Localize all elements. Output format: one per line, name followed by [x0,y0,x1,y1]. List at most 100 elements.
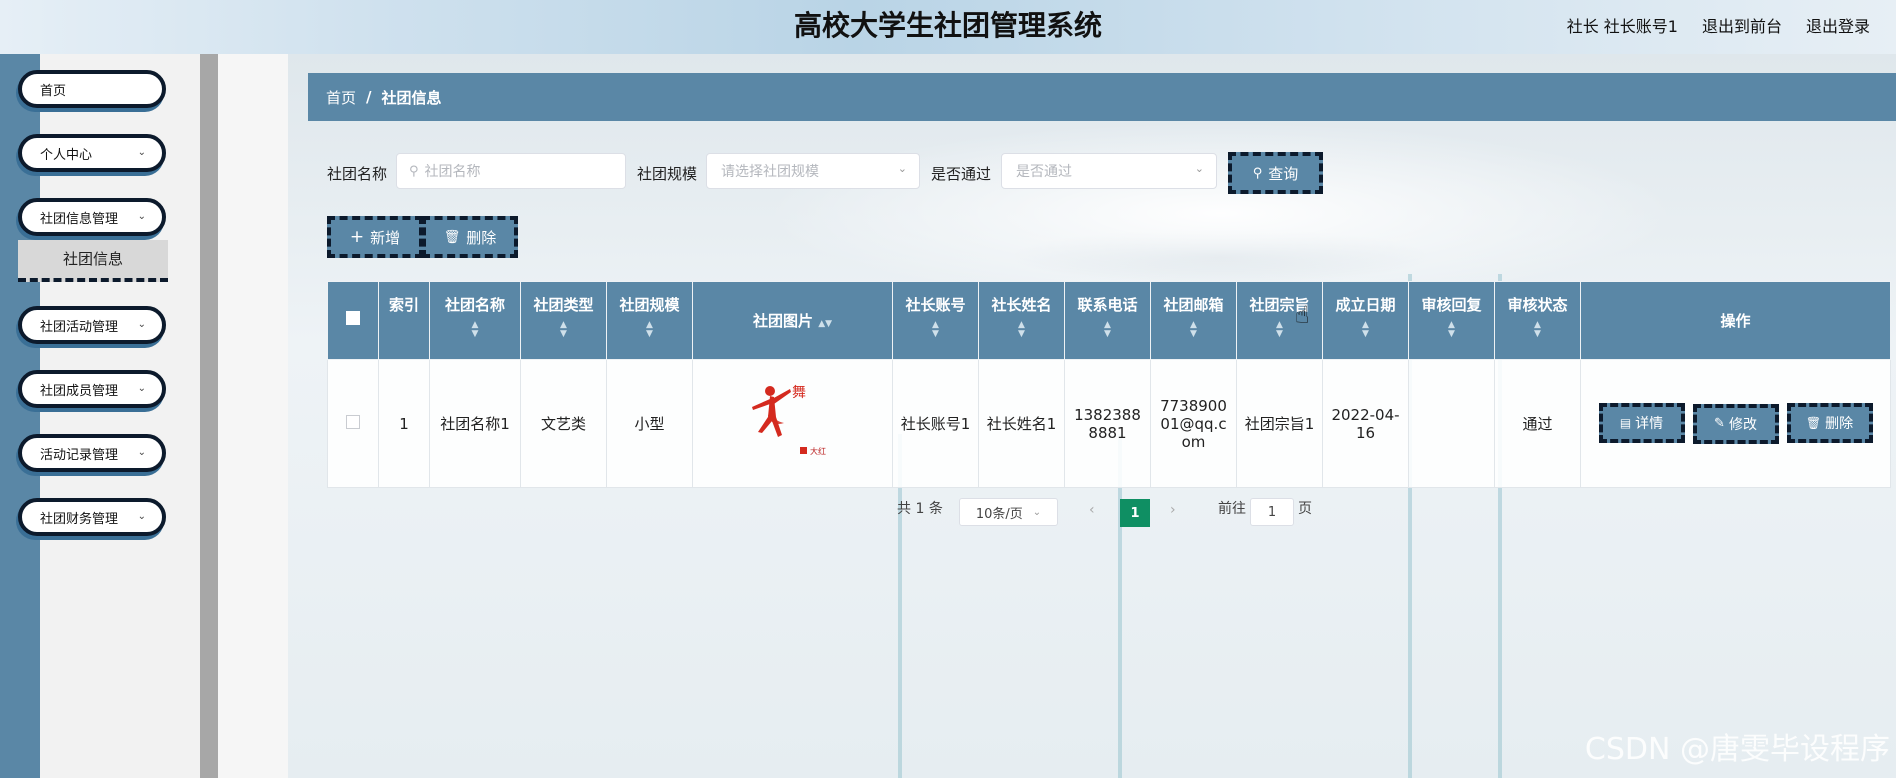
column-header-review-reply[interactable]: 审核回复 ▲ ▼ [1408,281,1495,360]
page-number-active[interactable]: 1 [1120,499,1150,527]
search-button-label: 查询 [1268,164,1299,183]
total-suffix: 条 [928,501,943,517]
club-name-placeholder: 社团名称 [424,164,481,180]
column-header-name[interactable]: 社团名称 ▲ ▼ [429,281,521,360]
breadcrumb-home[interactable]: 首页 [326,87,356,108]
column-header-leader-account[interactable]: 社长账号 ▲ ▼ [892,281,979,360]
club-name-input[interactable]: ⚲ 社团名称 [396,153,626,189]
batch-delete-button[interactable]: 🗑 删除 [422,216,518,258]
cell-leader-name: 社长姓名1 [978,359,1065,488]
to-front-link[interactable]: 退出到前台 [1702,13,1782,37]
column-header-label: 社团图片 [752,311,813,330]
breadcrumb-separator: / [366,88,372,106]
search-button[interactable]: ⚲ 查询 [1228,152,1323,194]
sidebar-item-club-activity-management[interactable]: 社团活动管理 ⌄ [18,306,166,344]
sidebar-gap [218,54,288,778]
select-all-cell [327,281,379,360]
next-page-icon[interactable]: › [1170,502,1176,518]
chevron-down-icon: ⌄ [1194,162,1204,175]
pagination-total: 共 1 条 [897,498,943,518]
column-header-image[interactable]: 社团图片 ▲▼ [692,281,893,360]
cell-scale: 小型 [606,359,693,488]
sort-icon[interactable]: ▲▼ [980,321,1063,339]
sidebar-item-club-finance-management[interactable]: 社团财务管理 ⌄ [18,498,166,536]
trash-icon: 🗑 [443,229,461,245]
sidebar-item-club-member-management[interactable]: 社团成员管理 ⌄ [18,370,166,408]
column-header-phone[interactable]: 联系电话 ▲ ▼ [1064,281,1151,360]
edit-button[interactable]: ✎ 修改 [1692,403,1779,444]
logout-link[interactable]: 退出登录 [1806,13,1870,37]
sidebar-item-label: 首页 [40,83,67,99]
sort-icon[interactable]: ▲▼ [818,319,832,329]
sort-icon[interactable]: ▲▼ [894,321,977,339]
club-image: 舞 大红 [751,385,826,456]
sidebar-scrollbar[interactable] [200,54,218,778]
total-count: 1 [915,501,925,517]
cell-review-status: 通过 [1494,359,1581,488]
goto-page-input[interactable]: 1 [1250,498,1294,526]
batch-delete-button-label: 删除 [466,228,497,247]
prev-page-icon[interactable]: ‹ [1089,502,1095,518]
sidebar-item-label: 社团活动管理 [40,319,119,335]
column-header-label: 社长姓名 [991,296,1052,314]
table-row: 1 社团名称1 文艺类 小型 舞 大红 社长账号1 社长姓名1 13823888… [327,359,1891,488]
sidebar-item-label: 活动记录管理 [40,447,119,463]
column-header-label: 审核状态 [1507,296,1568,314]
column-header-leader-name[interactable]: 社长姓名 ▲ ▼ [978,281,1065,360]
sidebar-item-home[interactable]: 首页 [18,70,166,108]
column-header-label: 社团规模 [619,296,680,314]
column-header-email[interactable]: 社团邮箱 ▲ ▼ [1150,281,1237,360]
sort-icon[interactable]: ▲▼ [1324,321,1407,339]
sort-icon[interactable]: ▲▼ [1066,321,1149,339]
sidebar-item-label: 社团信息管理 [40,211,119,227]
sidebar-item-activity-record-management[interactable]: 活动记录管理 ⌄ [18,434,166,472]
column-header-label: 索引 [388,296,419,314]
sidebar-item-personal-center[interactable]: 个人中心 ⌄ [18,134,166,172]
top-header: 高校大学生社团管理系统 社长 社长账号1 退出到前台 退出登录 [0,0,1896,54]
goto-suffix: 页 [1298,501,1312,517]
table-header-row: 索引 社团名称 ▲ ▼ 社团类型 ▲ ▼ 社团规模 ▲ ▼ 社团图片 ▲▼ 社长账号 ▲ ▼ 社… [327,281,1891,360]
column-header-type[interactable]: 社团类型 ▲ ▼ [520,281,607,360]
mouse-pointer-icon: ☝ [1295,301,1310,329]
row-delete-button[interactable]: 🗑 删除 [1786,403,1873,444]
cell-email: 773890001@qq.com [1150,359,1237,488]
add-button[interactable]: + 新增 [327,216,423,258]
trash-icon: 🗑 [1805,416,1822,431]
club-scale-select[interactable]: 请选择社团规模 ⌄ [706,153,920,189]
sidebar-item-club-info-management[interactable]: 社团信息管理 ⌄ [18,198,166,236]
sort-icon[interactable]: ▲▼ [522,321,605,339]
column-header-scale[interactable]: 社团规模 ▲ ▼ [606,281,693,360]
sort-icon[interactable]: ▲▼ [608,321,691,339]
sort-icon[interactable]: ▲▼ [1152,321,1235,339]
pass-status-select[interactable]: 是否通过 ⌄ [1001,153,1217,189]
page-size-value: 10条/页 [975,506,1023,522]
select-all-checkbox[interactable] [346,311,360,325]
chevron-down-icon: ⌄ [897,162,907,175]
cell-operations: ▤ 详情 ✎ 修改 🗑 删除 [1580,359,1891,488]
column-header-index: 索引 [378,281,430,360]
cell-image: 舞 大红 [692,359,893,488]
cell-review-reply [1408,359,1495,488]
sidebar-item-label: 个人中心 [40,147,93,163]
current-user: 社长 社长账号1 [1566,17,1678,36]
sidebar-item-label: 社团成员管理 [40,383,119,399]
column-header-review-status[interactable]: 审核状态 ▲ ▼ [1494,281,1581,360]
header-actions: 社长 社长账号1 退出到前台 退出登录 [1567,13,1870,37]
edit-button-label: 修改 [1728,416,1757,433]
page-size-select[interactable]: 10条/页 ⌄ [959,498,1058,526]
column-header-label: 社团类型 [533,296,594,314]
cell-name: 社团名称1 [429,359,521,488]
club-image-caption: 大红 [810,446,826,456]
column-header-label: 社团名称 [444,296,505,314]
detail-button[interactable]: ▤ 详情 [1598,403,1685,444]
sort-icon[interactable]: ▲▼ [1496,321,1579,339]
watermark: CSDN @唐雯毕设程序 [1584,732,1890,767]
row-checkbox[interactable] [346,414,360,429]
cell-phone: 13823888881 [1064,359,1151,488]
chevron-down-icon: ⌄ [137,511,146,522]
column-header-founded[interactable]: 成立日期 ▲ ▼ [1322,281,1409,360]
sort-icon[interactable]: ▲▼ [431,321,519,339]
sidebar-subitem-club-info[interactable]: 社团信息 [18,240,168,282]
sort-icon[interactable]: ▲▼ [1410,321,1493,339]
detail-button-label: 详情 [1635,416,1664,433]
